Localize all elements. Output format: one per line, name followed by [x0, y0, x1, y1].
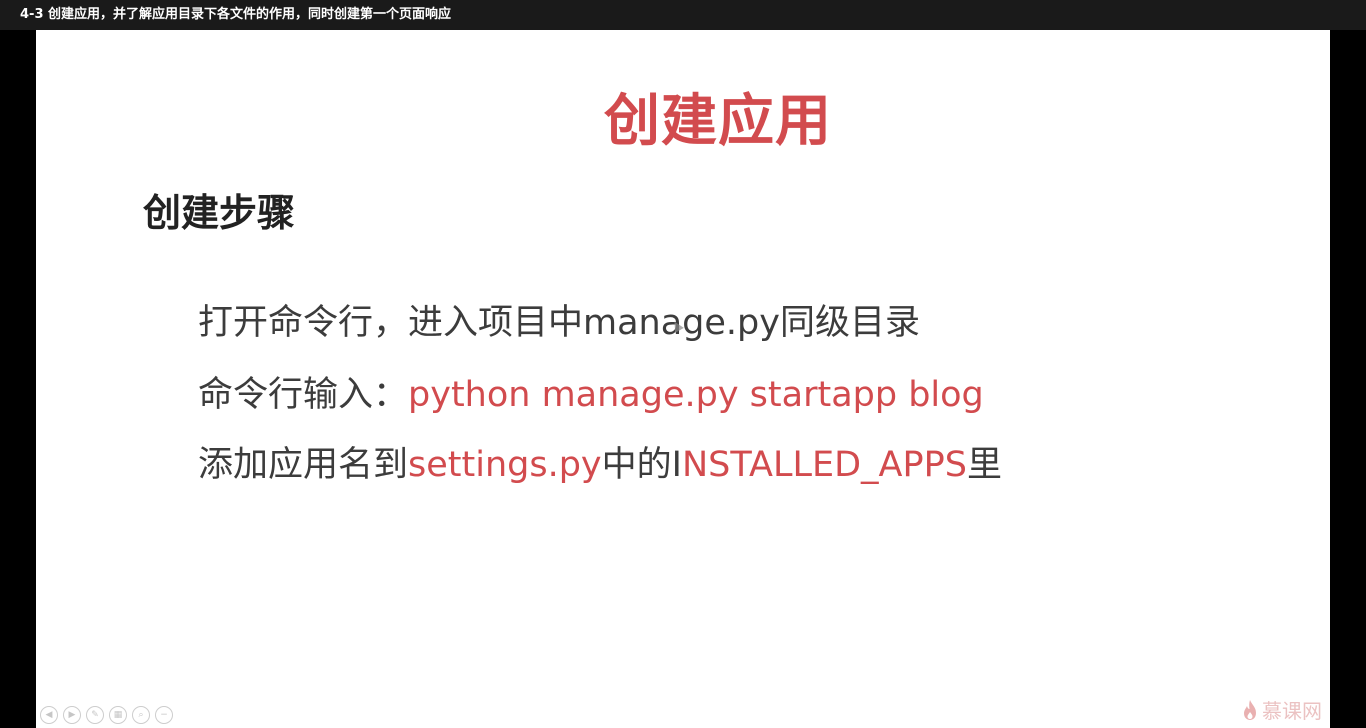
step-3: 添加应用名到settings.py中的INSTALLED_APPS里 — [198, 436, 1002, 487]
more-icon[interactable]: − — [155, 706, 173, 724]
slides-icon[interactable]: ▦ — [109, 706, 127, 724]
step-1: 打开命令行，进入项目中manage.py同级目录 — [198, 294, 920, 345]
step-3-text-c: 里 — [966, 445, 1002, 485]
letterbox-right — [1330, 30, 1366, 728]
letterbox-left — [0, 30, 36, 728]
step-2: 命令行输入：python manage.py startapp blog — [198, 366, 984, 417]
slide: 创建应用 创建步骤 打开命令行，进入项目中manage.py同级目录 命令行输入… — [36, 30, 1330, 728]
pen-icon[interactable]: ✎ — [86, 706, 104, 724]
previous-icon[interactable]: ◀ — [40, 706, 58, 724]
step-3-text-b: 中的I — [601, 445, 682, 485]
step-3-settings-file: settings.py — [408, 445, 602, 485]
watermark-text: 慕课网 — [1262, 699, 1322, 723]
flame-logo-icon — [1244, 699, 1256, 720]
step-3-text-a: 添加应用名到 — [198, 445, 409, 485]
step-2-command: python manage.py startapp blog — [408, 375, 984, 415]
zoom-icon[interactable]: ⌕ — [132, 706, 150, 724]
slideshow-controls: ◀ ▶ ✎ ▦ ⌕ − — [40, 706, 173, 724]
slide-title: 创建应用 — [604, 89, 832, 154]
step-3-installed-apps: NSTALLED_APPS — [681, 445, 967, 485]
step-1-text: 打开命令行，进入项目中manage.py同级目录 — [198, 303, 920, 343]
next-icon[interactable]: ▶ — [63, 706, 81, 724]
watermark: 慕课网 — [1242, 695, 1322, 724]
section-heading: 创建步骤 — [143, 191, 296, 235]
step-2-label: 命令行输入： — [198, 375, 409, 415]
window-title: 4-3 创建应用，并了解应用目录下各文件的作用，同时创建第一个页面响应 — [0, 0, 1366, 30]
